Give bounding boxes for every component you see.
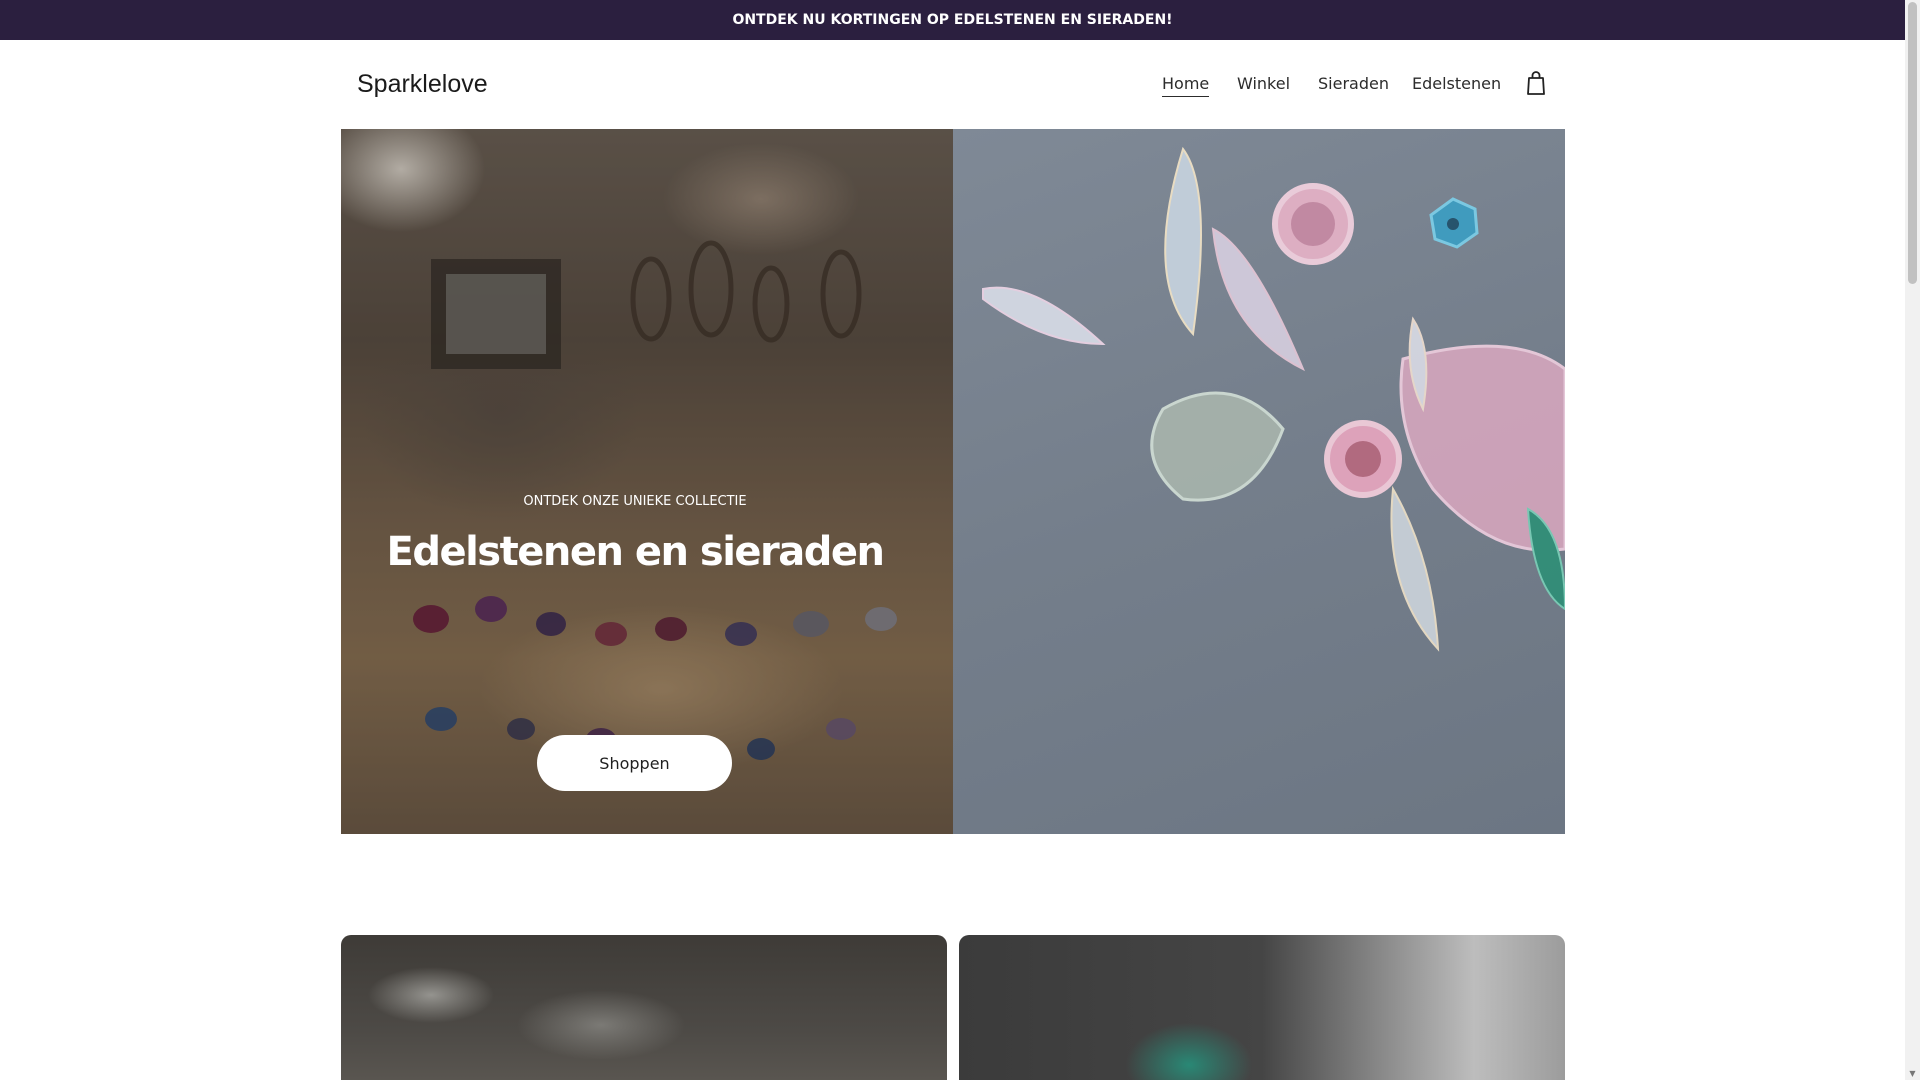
hero-gems-image	[953, 129, 1565, 834]
gemstones-illustration	[982, 146, 1565, 652]
nav-edelstenen[interactable]: Edelstenen	[1412, 74, 1501, 96]
hero-eyebrow: ONTDEK ONZE UNIEKE COLLECTIE	[523, 494, 747, 509]
site-header: Sparklelove Home Winkel Sieraden Edelste…	[0, 40, 1905, 129]
nav-home[interactable]: Home	[1162, 74, 1210, 97]
nav-sieraden[interactable]: Sieraden	[1318, 74, 1389, 96]
main-nav: Home Winkel Sieraden Edelstenen	[0, 74, 1905, 104]
category-card-2[interactable]	[959, 935, 1565, 1080]
shop-button[interactable]: Shoppen	[537, 735, 732, 791]
shopping-bag-icon[interactable]	[1524, 70, 1548, 96]
hero-title: Edelstenen en sieraden	[386, 529, 886, 575]
hero-section: ONTDEK ONZE UNIEKE COLLECTIE Edelstenen …	[341, 129, 1565, 834]
scrollbar-thumb[interactable]	[1908, 2, 1917, 284]
scroll-down-arrow-icon[interactable]: ▼	[1908, 1069, 1917, 1078]
category-card-1[interactable]	[341, 935, 947, 1080]
nav-winkel[interactable]: Winkel	[1237, 74, 1290, 96]
scrollbar[interactable]: ▼	[1905, 0, 1920, 1080]
hero-content: ONTDEK ONZE UNIEKE COLLECTIE Edelstenen …	[341, 129, 953, 834]
announcement-text: ONTDEK NU KORTINGEN OP EDELSTENEN EN SIE…	[732, 12, 1173, 28]
announcement-bar: ONTDEK NU KORTINGEN OP EDELSTENEN EN SIE…	[0, 0, 1905, 40]
